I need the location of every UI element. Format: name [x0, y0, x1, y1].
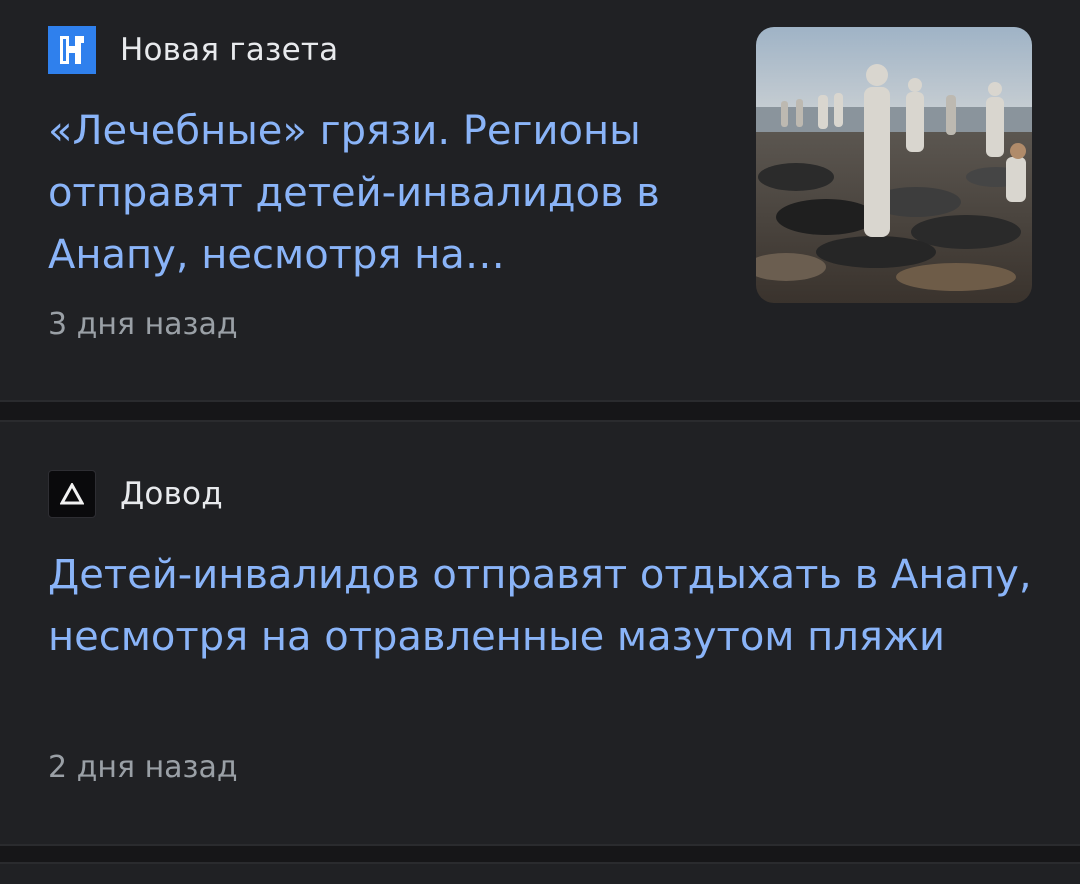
novaya-gazeta-logo-icon — [48, 26, 96, 74]
article-source: Новая газета — [48, 26, 338, 74]
next-article-card[interactable] — [0, 864, 1080, 884]
source-name: Довод — [120, 476, 223, 512]
article-timestamp: 2 дня назад — [48, 750, 238, 785]
article-timestamp: 3 дня назад — [48, 307, 238, 342]
article-card[interactable]: Новая газета «Лечебные» грязи. Регионы о… — [0, 0, 1080, 400]
article-card[interactable]: Довод Детей-инвалидов отправят отдыхать … — [0, 422, 1080, 844]
news-feed: Новая газета «Лечебные» грязи. Регионы о… — [0, 0, 1080, 884]
article-headline[interactable]: Детей-инвалидов отправят отдыхать в Анап… — [48, 544, 1038, 668]
card-divider — [0, 844, 1080, 864]
source-name: Новая газета — [120, 32, 339, 68]
article-source: Довод — [48, 470, 223, 518]
article-headline[interactable]: «Лечебные» грязи. Регионы отправят детей… — [48, 100, 708, 286]
article-thumbnail[interactable] — [756, 27, 1032, 303]
dovod-logo-icon — [48, 470, 96, 518]
card-divider — [0, 400, 1080, 422]
